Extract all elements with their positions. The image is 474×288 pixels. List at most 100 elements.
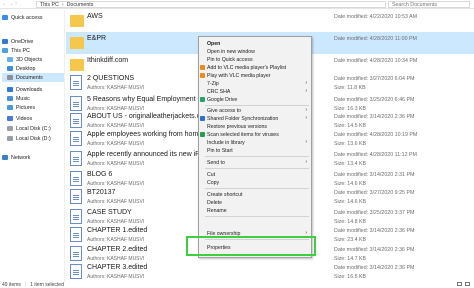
sidebar-item-onedrive[interactable]: OneDrive <box>2 37 62 46</box>
menu-item-label: Copy <box>207 179 220 186</box>
chevron-right-icon: › <box>305 80 307 86</box>
sidebar-item-label: Network <box>11 154 31 161</box>
sidebar-item-music[interactable]: Music <box>7 94 64 103</box>
word-document-icon <box>70 151 82 166</box>
file-date: Date modified: 3/14/2020 2:36 PM <box>334 228 415 234</box>
sidebar-item-this-pc[interactable]: This PC <box>2 46 62 55</box>
file-date: Date modified: 4/28/2020 11:00 PM <box>334 36 417 42</box>
menu-item-rename[interactable]: Rename <box>199 207 311 214</box>
file-name: BLOG 6 <box>87 171 113 178</box>
menu-item-label: Shared Folder Synchronization <box>207 115 279 122</box>
search-placeholder: Search Documents <box>392 1 438 8</box>
menu-item-google-drive[interactable]: Google Drive <box>199 96 311 103</box>
file-date: Date modified: 3/14/2020 2:36 PM <box>334 247 415 253</box>
file-name: 2 QUESTIONS <box>87 75 135 82</box>
sidebar-item-quick-access[interactable]: Quick access <box>2 13 62 22</box>
sidebar-item-local-disk-d[interactable]: Local Disk (D:) <box>7 134 64 143</box>
address-bar: ← → ↑ This PC › Documents Search Documen… <box>0 0 474 9</box>
file-name: E&PR <box>87 35 107 42</box>
list-item[interactable]: CHAPTER 3.edited Authors: KASHAF MUSVI D… <box>66 261 474 280</box>
menu-item-open-new-window[interactable]: Open in new window <box>199 48 311 55</box>
menu-item-shared-folder-sync[interactable]: Shared Folder Synchronization › <box>199 115 311 122</box>
drive-icon <box>7 136 13 141</box>
menu-item-create-shortcut[interactable]: Create shortcut <box>199 191 311 198</box>
menu-item-label: Google Drive <box>207 96 238 103</box>
menu-item-label: Scan selected items for viruses <box>207 131 279 138</box>
menu-separator <box>205 188 309 189</box>
menu-item-label: Open in new window <box>207 48 255 55</box>
file-name: Apple recently announced its new iPhone <box>87 151 216 158</box>
drive-icon <box>7 126 13 131</box>
menu-item-7zip[interactable]: 7-Zip › <box>199 80 311 87</box>
menu-item-send-to[interactable]: Send to › <box>199 159 311 166</box>
sidebar-item-documents[interactable]: Documents <box>2 73 64 82</box>
file-name: CHAPTER 2.edited <box>87 246 148 253</box>
context-menu: Open Open in new window Pin to Quick acc… <box>198 36 312 258</box>
documents-icon <box>7 75 13 80</box>
sidebar-item-network[interactable]: Network <box>2 153 62 162</box>
menu-item-give-access[interactable]: Give access to › <box>199 107 311 114</box>
large-icons-view-icon[interactable] <box>465 282 470 286</box>
menu-item-pin-quick-access[interactable]: Pin to Quick access <box>199 56 311 63</box>
folder-icon <box>70 37 84 49</box>
sidebar-item-videos[interactable]: Videos <box>7 114 64 123</box>
file-name: CHAPTER 3.edited <box>87 264 148 271</box>
word-document-icon <box>70 264 82 279</box>
menu-item-cut[interactable]: Cut <box>199 171 311 178</box>
status-selected-count: 1 item selected <box>30 281 64 288</box>
sidebar-item-local-disk-c[interactable]: Local Disk (C:) <box>7 124 64 133</box>
file-size: Size: 13.4 KB <box>334 161 367 167</box>
menu-item-delete[interactable]: Delete <box>199 199 311 206</box>
file-size: Size: 16.5 KB <box>334 274 367 280</box>
videos-icon <box>7 116 13 121</box>
menu-item-open[interactable]: Open <box>199 40 311 47</box>
word-document-icon <box>70 209 82 224</box>
menu-item-scan-viruses[interactable]: Scan selected items for viruses <box>199 131 311 138</box>
sidebar-item-pictures[interactable]: Pictures <box>7 103 64 112</box>
sidebar-item-downloads[interactable]: Downloads <box>7 85 64 94</box>
sidebar-item-label: OneDrive <box>11 38 34 45</box>
file-name: AWS <box>87 13 103 20</box>
view-toggle <box>457 282 470 286</box>
menu-item-pin-start[interactable]: Pin to Start <box>199 147 311 154</box>
file-author: Authors: KASHAF MUSVI <box>87 141 145 147</box>
cube-icon <box>7 57 13 62</box>
folder-icon <box>70 59 84 71</box>
breadcrumb-documents[interactable]: Documents <box>67 2 94 8</box>
menu-item-label: Add to VLC media player's Playlist <box>207 64 287 71</box>
sidebar-item-desktop[interactable]: Desktop <box>7 64 64 73</box>
word-document-icon <box>70 96 82 111</box>
sidebar-item-label: Desktop <box>16 65 36 72</box>
file-date: Date modified: 4/28/2020 10:19 PM <box>334 132 418 138</box>
word-document-icon <box>70 75 82 90</box>
sidebar-item-3d-objects[interactable]: 3D Objects <box>7 55 64 64</box>
search-input[interactable]: Search Documents <box>388 1 470 8</box>
menu-item-label: Give access to <box>207 107 242 114</box>
details-view-icon[interactable] <box>457 282 462 286</box>
list-item[interactable]: AWS Date modified: 4/22/2020 10:53 AM <box>66 10 474 32</box>
breadcrumb[interactable]: This PC › Documents <box>36 1 386 8</box>
nav-arrows-icon[interactable]: ← → ↑ <box>2 1 17 7</box>
chevron-right-icon: › <box>305 159 307 165</box>
desktop-icon <box>7 66 13 71</box>
menu-item-copy[interactable]: Copy <box>199 179 311 186</box>
menu-item-crc-sha[interactable]: CRC SHA › <box>199 88 311 95</box>
menu-item-label: Restore previous versions <box>207 123 267 130</box>
folder-icon <box>70 15 84 27</box>
word-document-icon <box>70 113 82 128</box>
sidebar-item-label: 3D Objects <box>16 56 43 63</box>
menu-item-label: Delete <box>207 199 222 206</box>
file-date: Date modified: 3/14/2020 2:31 PM <box>334 172 415 178</box>
menu-item-label: Cut <box>207 171 216 178</box>
breadcrumb-this-pc[interactable]: This PC <box>40 2 59 8</box>
menu-item-add-vlc-playlist[interactable]: Add to VLC media player's Playlist <box>199 64 311 71</box>
chevron-right-icon: › <box>305 107 307 113</box>
computer-icon <box>2 48 8 53</box>
menu-item-label: 7-Zip <box>207 80 219 87</box>
pane-divider[interactable] <box>64 10 65 282</box>
menu-item-play-vlc[interactable]: Play with VLC media player <box>199 72 311 79</box>
menu-item-include-library[interactable]: Include in library › <box>199 139 311 146</box>
file-author: Authors: KASHAF MUSVI <box>87 85 145 91</box>
file-name: CASE STUDY <box>87 209 132 216</box>
menu-item-restore-versions[interactable]: Restore previous versions <box>199 123 311 130</box>
